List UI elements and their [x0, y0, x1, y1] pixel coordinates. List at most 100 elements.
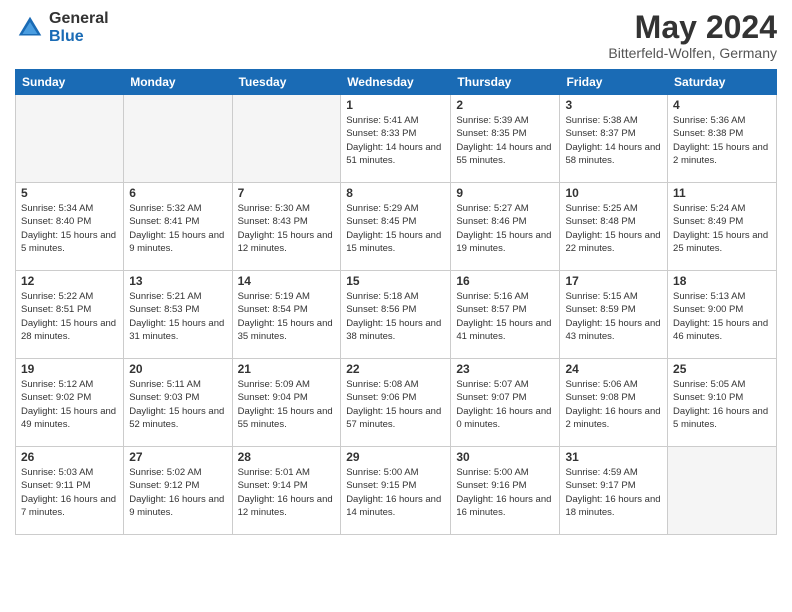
day-number: 9 [456, 186, 554, 200]
day-info: Sunrise: 5:01 AM Sunset: 9:14 PM Dayligh… [238, 466, 336, 519]
day-cell: 11 Sunrise: 5:24 AM Sunset: 8:49 PM Dayli… [668, 183, 777, 271]
day-cell: 7Sunrise: 5:30 AM Sunset: 8:43 PM Daylig… [232, 183, 341, 271]
page: General Blue May 2024 Bitterfeld-Wolfen,… [0, 0, 792, 612]
header-tuesday: Tuesday [232, 70, 341, 95]
day-number: 24 [565, 362, 662, 376]
day-info: Sunrise: 5:07 AM Sunset: 9:07 PM Dayligh… [456, 378, 554, 431]
day-info: Sunrise: 5:19 AM Sunset: 8:54 PM Dayligh… [238, 290, 336, 343]
day-cell: 19Sunrise: 5:12 AM Sunset: 9:02 PM Dayli… [16, 359, 124, 447]
month-title: May 2024 [608, 10, 777, 45]
logo-text: General Blue [49, 10, 109, 45]
header-monday: Monday [124, 70, 232, 95]
day-cell: 28 Sunrise: 5:01 AM Sunset: 9:14 PM Dayli… [232, 447, 341, 535]
day-number: 31 [565, 450, 662, 464]
day-info: Sunrise: 5:12 AM Sunset: 9:02 PM Dayligh… [21, 378, 118, 431]
day-cell: 27Sunrise: 5:02 AM Sunset: 9:12 PM Dayli… [124, 447, 232, 535]
header-sunday: Sunday [16, 70, 124, 95]
day-info: Sunrise: 5:08 AM Sunset: 9:06 PM Dayligh… [346, 378, 445, 431]
day-cell [232, 95, 341, 183]
day-info: Sunrise: 5:38 AM Sunset: 8:37 PM Dayligh… [565, 114, 662, 167]
day-number: 26 [21, 450, 118, 464]
day-number: 16 [456, 274, 554, 288]
location: Bitterfeld-Wolfen, Germany [608, 45, 777, 61]
calendar: Sunday Monday Tuesday Wednesday Thursday… [15, 69, 777, 535]
day-cell: 9 Sunrise: 5:27 AM Sunset: 8:46 PM Daylig… [451, 183, 560, 271]
header-saturday: Saturday [668, 70, 777, 95]
day-cell: 10 Sunrise: 5:25 AM Sunset: 8:48 PM Dayli… [560, 183, 668, 271]
day-cell: 3Sunrise: 5:38 AM Sunset: 8:37 PM Daylig… [560, 95, 668, 183]
logo-blue: Blue [49, 28, 109, 46]
day-number: 6 [129, 186, 226, 200]
logo-general: General [49, 10, 109, 28]
day-cell: 29Sunrise: 5:00 AM Sunset: 9:15 PM Dayli… [341, 447, 451, 535]
day-info: Sunrise: 5:03 AM Sunset: 9:11 PM Dayligh… [21, 466, 118, 519]
weekday-header-row: Sunday Monday Tuesday Wednesday Thursday… [16, 70, 777, 95]
day-cell: 15Sunrise: 5:18 AM Sunset: 8:56 PM Dayli… [341, 271, 451, 359]
day-number: 7 [238, 186, 336, 200]
day-cell: 2Sunrise: 5:39 AM Sunset: 8:35 PM Daylig… [451, 95, 560, 183]
day-cell: 31 Sunrise: 4:59 AM Sunset: 9:17 PM Dayli… [560, 447, 668, 535]
day-info: Sunrise: 5:25 AM Sunset: 8:48 PM Dayligh… [565, 202, 662, 255]
day-info: Sunrise: 5:18 AM Sunset: 8:56 PM Dayligh… [346, 290, 445, 343]
day-info: Sunrise: 5:13 AM Sunset: 9:00 PM Dayligh… [673, 290, 771, 343]
header: General Blue May 2024 Bitterfeld-Wolfen,… [15, 10, 777, 61]
day-cell: 23Sunrise: 5:07 AM Sunset: 9:07 PM Dayli… [451, 359, 560, 447]
day-number: 4 [673, 98, 771, 112]
day-cell [668, 447, 777, 535]
day-info: Sunrise: 5:41 AM Sunset: 8:33 PM Dayligh… [346, 114, 445, 167]
day-cell: 5Sunrise: 5:34 AM Sunset: 8:40 PM Daylig… [16, 183, 124, 271]
day-cell: 24 Sunrise: 5:06 AM Sunset: 9:08 PM Dayli… [560, 359, 668, 447]
week-row-1: 5Sunrise: 5:34 AM Sunset: 8:40 PM Daylig… [16, 183, 777, 271]
day-cell: 18 Sunrise: 5:13 AM Sunset: 9:00 PM Dayli… [668, 271, 777, 359]
day-cell: 14 Sunrise: 5:19 AM Sunset: 8:54 PM Dayli… [232, 271, 341, 359]
day-info: Sunrise: 5:11 AM Sunset: 9:03 PM Dayligh… [129, 378, 226, 431]
day-number: 18 [673, 274, 771, 288]
day-info: Sunrise: 5:29 AM Sunset: 8:45 PM Dayligh… [346, 202, 445, 255]
day-number: 10 [565, 186, 662, 200]
day-info: Sunrise: 4:59 AM Sunset: 9:17 PM Dayligh… [565, 466, 662, 519]
week-row-4: 26 Sunrise: 5:03 AM Sunset: 9:11 PM Dayli… [16, 447, 777, 535]
day-info: Sunrise: 5:16 AM Sunset: 8:57 PM Dayligh… [456, 290, 554, 343]
day-info: Sunrise: 5:27 AM Sunset: 8:46 PM Dayligh… [456, 202, 554, 255]
day-number: 12 [21, 274, 118, 288]
day-info: Sunrise: 5:00 AM Sunset: 9:15 PM Dayligh… [346, 466, 445, 519]
day-info: Sunrise: 5:24 AM Sunset: 8:49 PM Dayligh… [673, 202, 771, 255]
day-number: 14 [238, 274, 336, 288]
day-info: Sunrise: 5:15 AM Sunset: 8:59 PM Dayligh… [565, 290, 662, 343]
title-block: May 2024 Bitterfeld-Wolfen, Germany [608, 10, 777, 61]
day-cell: 21 Sunrise: 5:09 AM Sunset: 9:04 PM Dayli… [232, 359, 341, 447]
day-number: 8 [346, 186, 445, 200]
day-info: Sunrise: 5:21 AM Sunset: 8:53 PM Dayligh… [129, 290, 226, 343]
day-number: 21 [238, 362, 336, 376]
day-number: 30 [456, 450, 554, 464]
day-number: 28 [238, 450, 336, 464]
day-cell: 13 Sunrise: 5:21 AM Sunset: 8:53 PM Dayli… [124, 271, 232, 359]
day-cell: 20 Sunrise: 5:11 AM Sunset: 9:03 PM Dayli… [124, 359, 232, 447]
day-cell: 16 Sunrise: 5:16 AM Sunset: 8:57 PM Dayli… [451, 271, 560, 359]
day-info: Sunrise: 5:09 AM Sunset: 9:04 PM Dayligh… [238, 378, 336, 431]
day-cell: 1 Sunrise: 5:41 AM Sunset: 8:33 PM Daylig… [341, 95, 451, 183]
header-wednesday: Wednesday [341, 70, 451, 95]
day-info: Sunrise: 5:39 AM Sunset: 8:35 PM Dayligh… [456, 114, 554, 167]
day-cell: 12 Sunrise: 5:22 AM Sunset: 8:51 PM Dayli… [16, 271, 124, 359]
day-info: Sunrise: 5:22 AM Sunset: 8:51 PM Dayligh… [21, 290, 118, 343]
day-info: Sunrise: 5:36 AM Sunset: 8:38 PM Dayligh… [673, 114, 771, 167]
logo-icon [15, 13, 45, 43]
day-info: Sunrise: 5:06 AM Sunset: 9:08 PM Dayligh… [565, 378, 662, 431]
day-cell: 25Sunrise: 5:05 AM Sunset: 9:10 PM Dayli… [668, 359, 777, 447]
day-number: 13 [129, 274, 226, 288]
week-row-3: 19Sunrise: 5:12 AM Sunset: 9:02 PM Dayli… [16, 359, 777, 447]
day-cell: 17Sunrise: 5:15 AM Sunset: 8:59 PM Dayli… [560, 271, 668, 359]
day-number: 20 [129, 362, 226, 376]
week-row-2: 12 Sunrise: 5:22 AM Sunset: 8:51 PM Dayli… [16, 271, 777, 359]
day-cell: 22Sunrise: 5:08 AM Sunset: 9:06 PM Dayli… [341, 359, 451, 447]
day-cell: 4 Sunrise: 5:36 AM Sunset: 8:38 PM Daylig… [668, 95, 777, 183]
day-number: 1 [346, 98, 445, 112]
day-info: Sunrise: 5:00 AM Sunset: 9:16 PM Dayligh… [456, 466, 554, 519]
day-number: 11 [673, 186, 771, 200]
day-number: 5 [21, 186, 118, 200]
day-number: 27 [129, 450, 226, 464]
day-cell [124, 95, 232, 183]
day-cell [16, 95, 124, 183]
day-cell: 8 Sunrise: 5:29 AM Sunset: 8:45 PM Daylig… [341, 183, 451, 271]
